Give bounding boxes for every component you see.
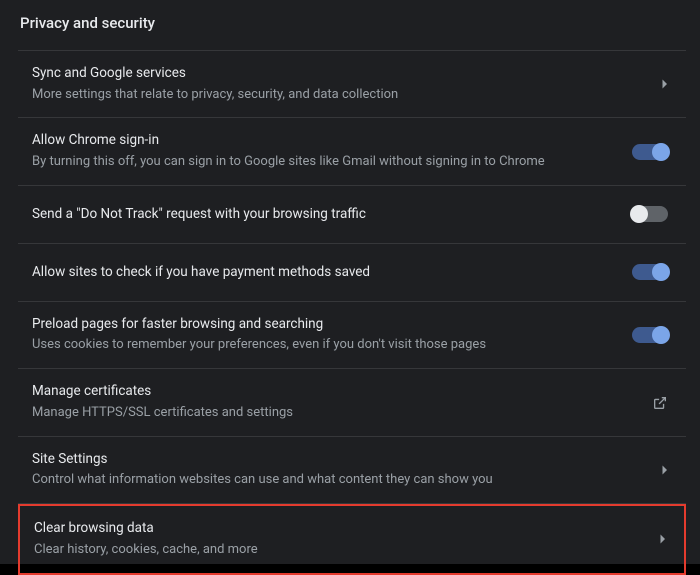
settings-row-1[interactable]: Allow Chrome sign-in By turning this off,… <box>18 118 686 185</box>
row-title: Clear browsing data <box>34 520 640 538</box>
row-title: Manage certificates <box>32 383 632 401</box>
toggle-switch[interactable] <box>632 264 668 280</box>
external-link-icon <box>652 395 668 411</box>
row-subtitle: By turning this off, you can sign in to … <box>32 154 612 171</box>
row-subtitle: Manage HTTPS/SSL certificates and settin… <box>32 405 632 422</box>
row-text: Site Settings Control what information we… <box>32 451 662 489</box>
row-text: Sync and Google services More settings th… <box>32 65 662 103</box>
row-subtitle: Control what information websites can us… <box>32 472 642 489</box>
row-subtitle: Uses cookies to remember your preference… <box>32 337 612 354</box>
row-subtitle: Clear history, cookies, cache, and more <box>34 542 640 559</box>
row-title: Sync and Google services <box>32 65 642 83</box>
row-text: Manage certificates Manage HTTPS/SSL cert… <box>32 383 652 421</box>
chevron-right-icon <box>662 79 668 89</box>
toggle-knob <box>652 326 670 344</box>
row-title: Allow Chrome sign-in <box>32 132 612 150</box>
settings-row-0[interactable]: Sync and Google services More settings th… <box>18 50 686 118</box>
toggle-switch[interactable] <box>632 144 668 160</box>
row-text: Send a "Do Not Track" request with your … <box>32 206 632 224</box>
row-title: Allow sites to check if you have payment… <box>32 264 612 282</box>
toggle-knob <box>630 205 648 223</box>
row-title: Site Settings <box>32 451 642 469</box>
row-title: Send a "Do Not Track" request with your … <box>32 206 612 224</box>
row-text: Preload pages for faster browsing and se… <box>32 316 632 354</box>
chevron-right-icon <box>662 465 668 475</box>
page-title: Privacy and security <box>20 14 686 32</box>
settings-list: Sync and Google services More settings th… <box>18 50 686 575</box>
settings-row-5[interactable]: Manage certificates Manage HTTPS/SSL cert… <box>18 369 686 436</box>
row-title: Preload pages for faster browsing and se… <box>32 316 612 334</box>
row-text: Clear browsing data Clear history, cookie… <box>34 520 660 558</box>
settings-row-7[interactable]: Clear browsing data Clear history, cookie… <box>18 504 686 574</box>
settings-row-6[interactable]: Site Settings Control what information we… <box>18 437 686 504</box>
chevron-right-icon <box>660 534 666 544</box>
settings-row-3[interactable]: Allow sites to check if you have payment… <box>18 244 686 302</box>
toggle-switch[interactable] <box>632 327 668 343</box>
toggle-knob <box>652 143 670 161</box>
row-text: Allow sites to check if you have payment… <box>32 264 632 282</box>
row-subtitle: More settings that relate to privacy, se… <box>32 87 642 104</box>
row-text: Allow Chrome sign-in By turning this off,… <box>32 132 632 170</box>
settings-row-2[interactable]: Send a "Do Not Track" request with your … <box>18 186 686 244</box>
toggle-knob <box>652 263 670 281</box>
toggle-switch[interactable] <box>632 206 668 222</box>
settings-row-4[interactable]: Preload pages for faster browsing and se… <box>18 302 686 369</box>
